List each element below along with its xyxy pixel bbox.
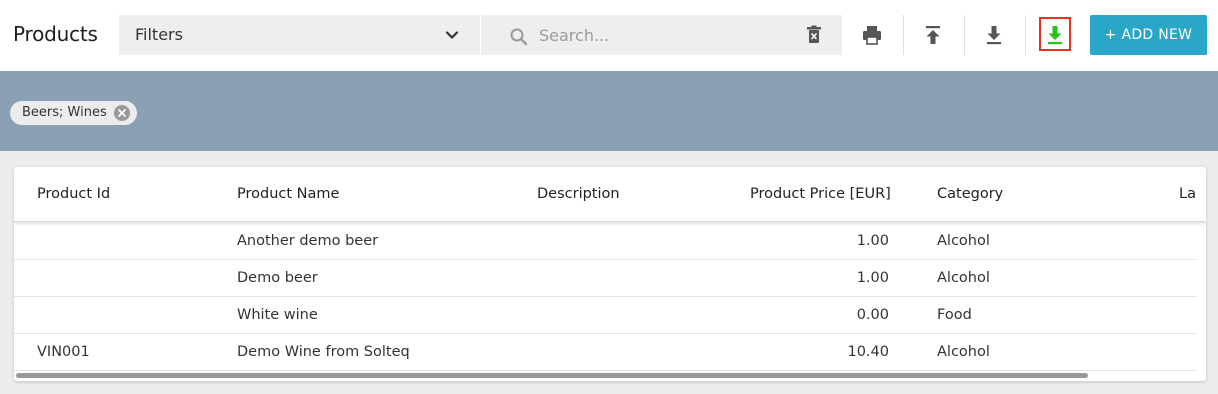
cell-category: Alcohol: [937, 233, 990, 249]
column-header-product-id[interactable]: Product Id: [37, 186, 110, 202]
table-row[interactable]: White wine 0.00 Food: [14, 297, 1197, 334]
table-row[interactable]: Demo beer 1.00 Alcohol: [14, 260, 1197, 297]
top-toolbar: Products Filters + ADD NEW: [0, 0, 1218, 71]
search-box: [481, 15, 842, 55]
column-header-product-price[interactable]: Product Price [EUR]: [750, 186, 891, 202]
cell-product-price: 10.40: [847, 344, 889, 360]
download-button[interactable]: [964, 15, 1024, 55]
products-table: Product Id Product Name Description Prod…: [14, 167, 1206, 381]
upload-icon: [926, 26, 940, 44]
download-icon: [987, 26, 1001, 45]
highlight-box: [1039, 17, 1071, 51]
cell-product-price: 1.00: [856, 270, 889, 286]
page-title: Products: [13, 22, 98, 46]
trash-clear-icon[interactable]: [803, 24, 825, 46]
cell-product-name: Demo beer: [237, 270, 318, 286]
table-row[interactable]: Another demo beer 1.00 Alcohol: [14, 223, 1197, 260]
cell-product-name: Another demo beer: [237, 233, 379, 249]
chevron-down-icon: [445, 31, 459, 39]
close-icon[interactable]: [113, 104, 131, 122]
filters-label: Filters: [135, 25, 183, 44]
column-header-description[interactable]: Description: [537, 186, 620, 202]
cell-category: Food: [937, 307, 972, 323]
search-input[interactable]: [539, 20, 789, 50]
table-row[interactable]: VIN001 Demo Wine from Solteq 10.40 Alcoh…: [14, 334, 1197, 371]
filter-chip-label: Beers; Wines: [22, 105, 107, 120]
cell-product-price: 0.00: [856, 307, 889, 323]
cell-product-name: Demo Wine from Solteq: [237, 344, 410, 360]
table-header: Product Id Product Name Description Prod…: [14, 167, 1206, 222]
column-header-category[interactable]: Category: [937, 186, 1003, 202]
upload-button[interactable]: [903, 15, 963, 55]
search-icon: [510, 28, 528, 46]
filter-chip: Beers; Wines: [10, 101, 137, 125]
print-button[interactable]: [842, 15, 902, 55]
column-header-product-name[interactable]: Product Name: [237, 186, 339, 202]
add-new-button[interactable]: + ADD NEW: [1090, 15, 1207, 55]
print-icon: [863, 26, 881, 45]
filters-dropdown[interactable]: Filters: [119, 15, 480, 55]
cell-product-id: VIN001: [37, 344, 90, 360]
cell-category: Alcohol: [937, 270, 990, 286]
cell-product-name: White wine: [237, 307, 318, 323]
cell-category: Alcohol: [937, 344, 990, 360]
column-header-truncated[interactable]: La: [1179, 186, 1196, 202]
cell-product-price: 1.00: [856, 233, 889, 249]
horizontal-scrollbar[interactable]: [16, 373, 1088, 378]
active-filters-bar: Beers; Wines: [0, 71, 1218, 151]
